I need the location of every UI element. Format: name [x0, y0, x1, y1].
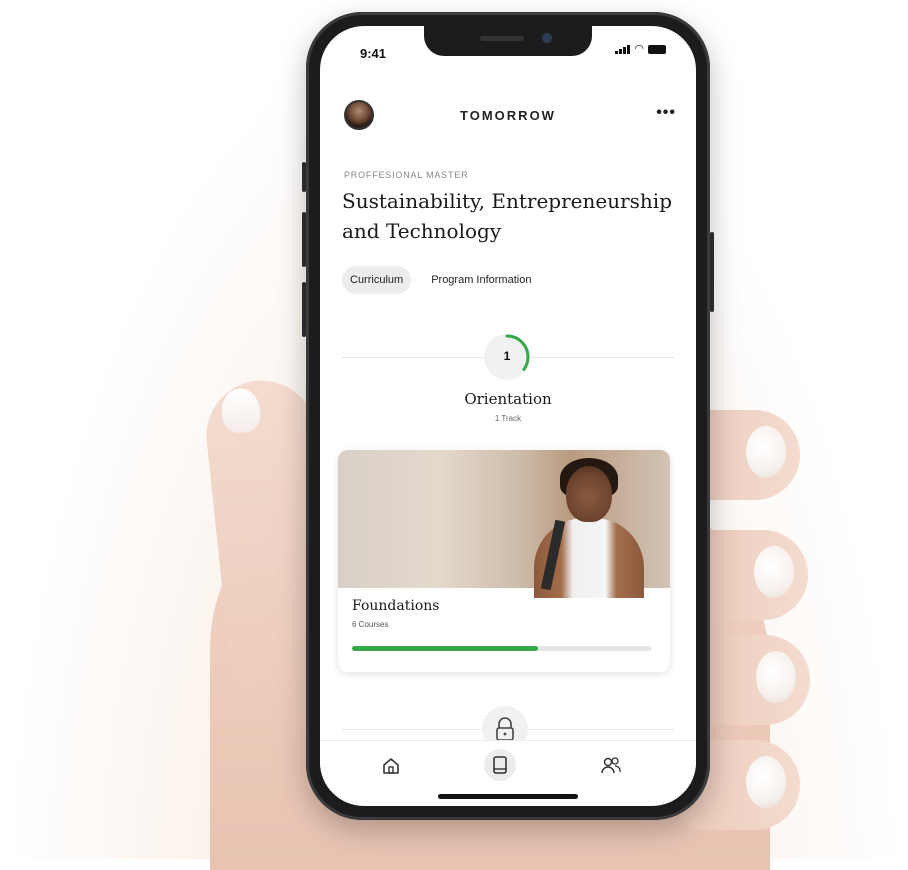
notch: [424, 26, 592, 56]
tab-bar: Curriculum Program Information: [342, 266, 539, 294]
wifi-icon: ◠: [634, 43, 644, 55]
stage-number: 1: [503, 349, 511, 363]
stage-name: Orientation: [464, 390, 552, 408]
bottom-nav: [320, 740, 696, 791]
app-screen: 9:41 ◠ TOMORROW ••• PROFFESIONAL MASTER …: [320, 26, 696, 806]
people-icon: [601, 757, 621, 774]
camera: [542, 33, 552, 43]
battery-icon: [648, 45, 666, 54]
card-image: [338, 450, 670, 598]
course-card[interactable]: Foundations 6 Courses: [338, 450, 670, 672]
power-button: [710, 232, 714, 312]
fingernail: [746, 756, 786, 808]
fingernail: [754, 546, 794, 598]
home-indicator[interactable]: [438, 794, 578, 799]
phone-device: 9:41 ◠ TOMORROW ••• PROFFESIONAL MASTER …: [302, 12, 714, 820]
status-icons: ◠: [615, 43, 666, 55]
person-head: [566, 466, 612, 522]
program-title: Sustainability, Entrepreneurship and Tec…: [342, 189, 673, 243]
stage-progress-ring[interactable]: 1: [484, 334, 530, 380]
fingernail: [756, 651, 796, 703]
signal-icon: [615, 45, 631, 54]
thumb-nail: [219, 386, 262, 435]
side-button: [302, 162, 306, 192]
tab-program-information[interactable]: Program Information: [423, 266, 539, 294]
status-time: 9:41: [360, 46, 387, 61]
nav-home[interactable]: [376, 751, 406, 781]
brand-logo: TOMORROW: [460, 108, 556, 123]
card-progress-fill: [352, 646, 538, 651]
card-course-count: 6 Courses: [352, 620, 389, 629]
speaker: [480, 36, 524, 41]
fingernail: [746, 426, 786, 478]
volume-up-button: [302, 212, 306, 267]
book-icon: [493, 756, 507, 774]
more-icon[interactable]: •••: [656, 104, 676, 122]
card-title: Foundations: [352, 598, 440, 614]
top-bar: TOMORROW •••: [320, 98, 696, 138]
home-icon: [383, 758, 399, 774]
nav-learning[interactable]: [484, 749, 516, 781]
tab-curriculum[interactable]: Curriculum: [342, 266, 412, 294]
nav-community[interactable]: [596, 751, 626, 781]
program-type: PROFFESIONAL MASTER: [344, 170, 469, 180]
card-progress-bar: [352, 646, 652, 651]
volume-down-button: [302, 282, 306, 337]
stage-track-count: 1 Track: [494, 414, 522, 423]
